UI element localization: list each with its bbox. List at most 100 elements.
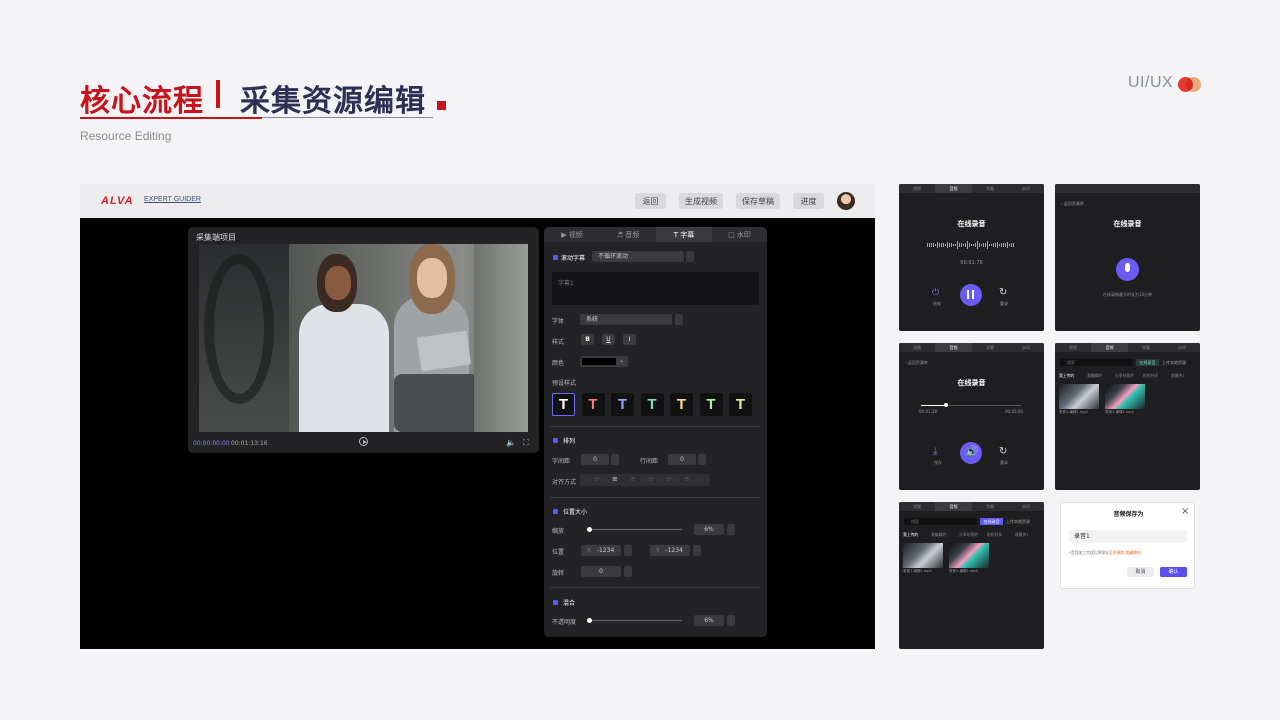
tab-audio[interactable]: 音频 bbox=[935, 502, 972, 511]
preset-style-swatch[interactable]: T bbox=[611, 393, 634, 416]
tab-audio[interactable]: 音频 bbox=[935, 184, 972, 193]
preset-style-swatch[interactable]: T bbox=[729, 393, 752, 416]
playback-knob[interactable] bbox=[944, 403, 948, 407]
scale-input[interactable]: 6% bbox=[694, 524, 724, 535]
rotate-stepper[interactable] bbox=[624, 566, 632, 577]
download-icon[interactable]: ⤓ bbox=[933, 446, 937, 457]
align-right-icon[interactable]: ≡ bbox=[630, 475, 636, 483]
position-y-input[interactable]: Y -1234 bbox=[650, 545, 690, 556]
mic-button[interactable] bbox=[1116, 258, 1139, 281]
tab-video[interactable]: 视频 bbox=[899, 184, 935, 193]
category-tab[interactable]: 机构共享 bbox=[987, 532, 1002, 538]
power-icon[interactable]: ⏻ bbox=[932, 288, 939, 298]
preset-style-swatch[interactable]: T bbox=[552, 393, 575, 416]
blend-checkbox[interactable] bbox=[553, 600, 558, 605]
speaker-button[interactable]: 🔊 bbox=[960, 442, 982, 464]
scale-slider-knob[interactable] bbox=[587, 527, 592, 532]
tab-audio[interactable]: 音频 bbox=[1091, 343, 1128, 352]
tab-watermark[interactable]: 水印 bbox=[1008, 502, 1044, 511]
category-tab[interactable]: 我编辑的 bbox=[931, 532, 946, 538]
progress-button[interactable]: 进度 bbox=[793, 193, 824, 209]
preset-style-swatch[interactable]: T bbox=[699, 393, 723, 416]
tab-subtitle[interactable]: T 字幕 bbox=[656, 227, 712, 242]
align-center-icon[interactable]: ≡ bbox=[612, 475, 618, 483]
tab-video[interactable]: ▶ 视频 bbox=[544, 227, 600, 242]
media-thumbnail[interactable] bbox=[903, 543, 943, 568]
italic-button[interactable]: I bbox=[623, 334, 636, 345]
record-online-button[interactable]: 在线录音 bbox=[1136, 359, 1159, 366]
volume-icon[interactable]: 🔈 bbox=[506, 438, 516, 447]
preset-style-swatch[interactable]: T bbox=[670, 393, 693, 416]
scroll-mode-select[interactable]: 不循环滚动 bbox=[592, 251, 684, 262]
scale-slider[interactable] bbox=[587, 529, 682, 530]
back-button[interactable]: 返回 bbox=[635, 193, 666, 209]
avatar[interactable] bbox=[837, 192, 855, 210]
preset-style-swatch[interactable]: T bbox=[581, 393, 605, 416]
cancel-button[interactable]: 取消 bbox=[1127, 567, 1154, 577]
rotate-input[interactable]: 0 bbox=[581, 566, 621, 577]
char-spacing-input[interactable]: 0 bbox=[581, 454, 609, 465]
color-picker[interactable]: ⌄ bbox=[580, 356, 628, 367]
category-tab[interactable]: 收藏夹1 bbox=[1015, 532, 1029, 538]
category-tab[interactable]: 机构共享 bbox=[1143, 373, 1158, 379]
save-draft-button[interactable]: 保存草稿 bbox=[736, 193, 780, 209]
align-middle-icon[interactable]: ≡ bbox=[666, 475, 672, 483]
category-tab[interactable]: 分享给我的 bbox=[1115, 373, 1134, 379]
tab-video[interactable]: 视频 bbox=[899, 343, 935, 352]
category-tab[interactable]: 我上传的 bbox=[1059, 373, 1074, 379]
scroll-mode-stepper[interactable] bbox=[686, 251, 694, 262]
position-x-stepper[interactable] bbox=[624, 545, 632, 556]
scroll-subtitle-checkbox[interactable] bbox=[553, 255, 558, 260]
position-y-stepper[interactable] bbox=[693, 545, 701, 556]
search-input[interactable]: 搜索 bbox=[904, 518, 977, 525]
scale-stepper[interactable] bbox=[727, 524, 735, 535]
redo-icon[interactable]: ↻ bbox=[999, 287, 1007, 298]
tab-subtitle[interactable]: 字幕 bbox=[972, 502, 1008, 511]
tab-watermark[interactable]: 水印 bbox=[1008, 343, 1044, 352]
tab-subtitle[interactable]: 字幕 bbox=[972, 184, 1008, 193]
font-stepper[interactable] bbox=[675, 314, 683, 325]
media-thumbnail[interactable] bbox=[1059, 384, 1099, 409]
opacity-slider[interactable] bbox=[587, 620, 682, 621]
category-tab[interactable]: 我编辑的 bbox=[1087, 373, 1102, 379]
font-select[interactable]: 系统 bbox=[580, 314, 672, 325]
align-bottom-icon[interactable]: ≡ bbox=[684, 475, 690, 483]
video-frame[interactable] bbox=[199, 244, 528, 432]
upload-local-button[interactable]: 上传本地资源 bbox=[1006, 518, 1040, 525]
tab-audio[interactable]: 音频 bbox=[935, 343, 972, 352]
generate-video-button[interactable]: 生成视频 bbox=[679, 193, 723, 209]
char-spacing-stepper[interactable] bbox=[611, 454, 619, 465]
line-spacing-stepper[interactable] bbox=[698, 454, 706, 465]
search-input[interactable]: 搜索 bbox=[1060, 359, 1133, 366]
subtitle-text-area[interactable]: 字幕1 bbox=[552, 272, 759, 305]
position-x-input[interactable]: X -1234 bbox=[581, 545, 621, 556]
tab-watermark[interactable]: □ 水印 bbox=[712, 227, 767, 242]
close-icon[interactable]: × bbox=[1181, 506, 1189, 517]
media-thumbnail[interactable] bbox=[949, 543, 989, 568]
underline-button[interactable]: U bbox=[602, 334, 615, 345]
tab-watermark[interactable]: 水印 bbox=[1008, 184, 1044, 193]
align-left-icon[interactable]: ≡ bbox=[594, 475, 600, 483]
record-online-button[interactable]: 在线录音 bbox=[980, 518, 1003, 525]
align-top-icon[interactable]: ≡ bbox=[648, 475, 654, 483]
play-icon[interactable] bbox=[359, 437, 368, 446]
redo-icon[interactable]: ↻ bbox=[999, 446, 1007, 457]
tab-subtitle[interactable]: 字幕 bbox=[972, 343, 1008, 352]
tab-watermark[interactable]: 水印 bbox=[1164, 343, 1200, 352]
media-thumbnail[interactable] bbox=[1105, 384, 1145, 409]
position-checkbox[interactable] bbox=[553, 509, 558, 514]
opacity-input[interactable]: 6% bbox=[694, 615, 724, 626]
tab-subtitle[interactable]: 字幕 bbox=[1128, 343, 1164, 352]
arrange-checkbox[interactable] bbox=[553, 438, 558, 443]
opacity-slider-knob[interactable] bbox=[587, 618, 592, 623]
preset-style-swatch[interactable]: T bbox=[640, 393, 664, 416]
pause-button[interactable] bbox=[960, 284, 982, 306]
line-spacing-input[interactable]: 0 bbox=[668, 454, 696, 465]
category-tab[interactable]: 分享给我的 bbox=[959, 532, 978, 538]
back-link[interactable]: ‹ 返回资源库 bbox=[905, 360, 928, 366]
category-tab[interactable]: 收藏夹1 bbox=[1171, 373, 1185, 379]
upload-local-button[interactable]: 上传本地资源 bbox=[1162, 359, 1196, 366]
category-tab[interactable]: 我上传的 bbox=[903, 532, 918, 538]
opacity-stepper[interactable] bbox=[727, 615, 735, 626]
tab-audio[interactable]: ♬ 音频 bbox=[600, 227, 656, 242]
